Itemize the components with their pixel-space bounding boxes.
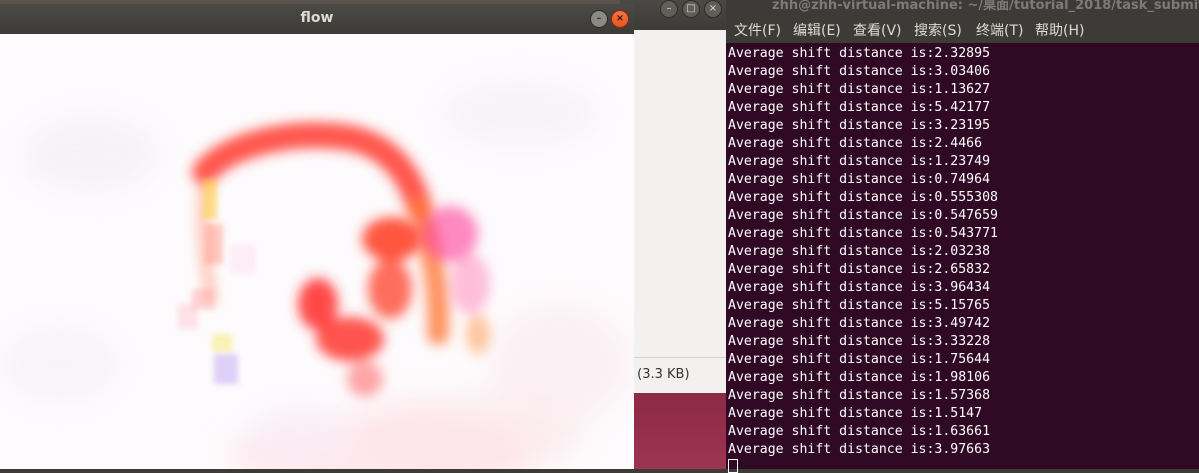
menu-view[interactable]: 查看(V) xyxy=(853,20,902,40)
terminal-line: Average shift distance is:5.15765 xyxy=(728,298,991,313)
menu-file[interactable]: 文件(F) xyxy=(734,20,781,40)
terminal-line: Average shift distance is:0.74964 xyxy=(728,172,991,187)
terminal-line: Average shift distance is:1.23749 xyxy=(728,154,991,169)
terminal-line: Average shift distance is:0.543771 xyxy=(728,226,998,241)
terminal-menubar: 文件(F) 编辑(E) 查看(V) 搜索(S) 终端(T) 帮助(H) xyxy=(726,16,1199,43)
terminal-line: Average shift distance is:2.32895 xyxy=(728,46,991,61)
maximize-icon[interactable]: □ xyxy=(682,0,700,18)
terminal-line: Average shift distance is:3.49742 xyxy=(728,316,991,331)
terminal-line: Average shift distance is:1.63661 xyxy=(728,424,991,439)
terminal-line: Average shift distance is:3.96434 xyxy=(728,280,991,295)
background-window-body xyxy=(620,30,731,357)
terminal-line: Average shift distance is:5.42177 xyxy=(728,100,991,115)
terminal-line: Average shift distance is:1.5147 xyxy=(728,406,983,421)
terminal-line: Average shift distance is:1.75644 xyxy=(728,352,991,367)
terminal-line: Average shift distance is:2.4466 xyxy=(728,136,983,151)
flow-window[interactable]: flow – × xyxy=(0,4,634,469)
terminal-title: zhh@zhh-virtual-machine: ~/桌面/tutorial_2… xyxy=(772,0,1199,13)
terminal-line: Average shift distance is:1.57368 xyxy=(728,388,991,403)
terminal-line: Average shift distance is:3.97663 xyxy=(728,442,991,457)
close-icon[interactable]: × xyxy=(704,0,722,18)
background-file-window[interactable]: – □ × p” (3.3 KB) xyxy=(618,0,731,469)
terminal-line: Average shift distance is:3.23195 xyxy=(728,118,991,133)
desktop-wallpaper xyxy=(620,393,730,469)
menu-edit[interactable]: 编辑(E) xyxy=(793,20,841,40)
close-icon[interactable]: × xyxy=(611,10,629,28)
flow-titlebar[interactable]: flow – × xyxy=(0,4,634,35)
minimize-icon[interactable]: – xyxy=(590,10,608,28)
minimize-icon[interactable]: – xyxy=(660,0,678,18)
terminal-window[interactable]: zhh@zhh-virtual-machine: ~/桌面/tutorial_2… xyxy=(726,0,1199,473)
menu-help[interactable]: 帮助(H) xyxy=(1035,20,1084,40)
background-window-titlebar[interactable]: – □ × xyxy=(620,0,730,30)
terminal-line: Average shift distance is:0.547659 xyxy=(728,208,998,223)
terminal-line: Average shift distance is:2.65832 xyxy=(728,262,991,277)
menu-terminal[interactable]: 终端(T) xyxy=(976,20,1023,40)
menu-search[interactable]: 搜索(S) xyxy=(914,20,962,40)
status-bar: p” (3.3 KB) xyxy=(618,357,730,394)
terminal-line: Average shift distance is:1.98106 xyxy=(728,370,991,385)
terminal-output[interactable]: Average shift distance is:2.32895 Average… xyxy=(728,45,998,459)
terminal-line: Average shift distance is:3.03406 xyxy=(728,64,991,79)
terminal-cursor xyxy=(728,459,738,473)
flow-title: flow xyxy=(300,10,334,26)
optical-flow-visualization xyxy=(0,34,634,469)
terminal-line: Average shift distance is:0.555308 xyxy=(728,190,998,205)
terminal-line: Average shift distance is:2.03238 xyxy=(728,244,991,259)
optical-flow-image xyxy=(0,34,634,469)
terminal-line: Average shift distance is:3.33228 xyxy=(728,334,991,349)
terminal-line: Average shift distance is:1.13627 xyxy=(728,82,991,97)
terminal-titlebar[interactable]: zhh@zhh-virtual-machine: ~/桌面/tutorial_2… xyxy=(726,0,1199,16)
